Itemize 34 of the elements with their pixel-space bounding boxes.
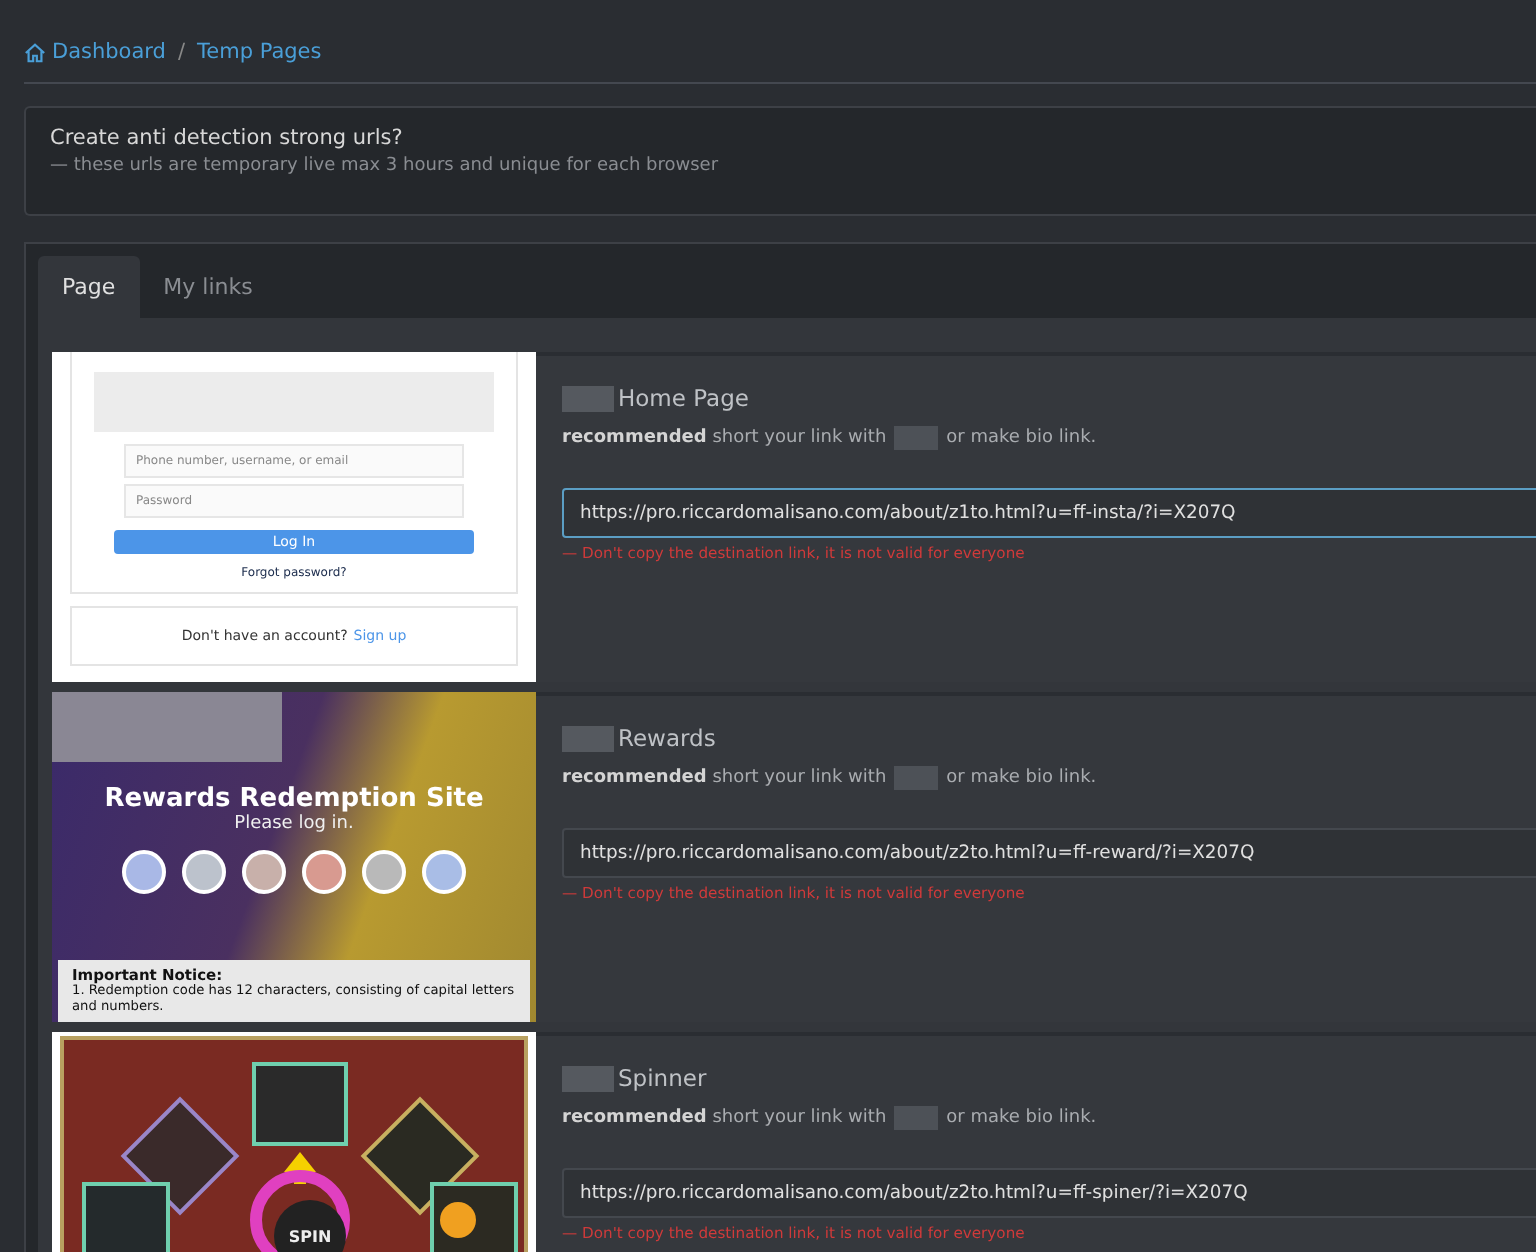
redaction-block	[562, 385, 614, 411]
option-circle	[422, 850, 466, 894]
hint-text: recommended short your link with	[562, 1108, 887, 1128]
redaction-block	[562, 725, 614, 751]
redaction-block	[894, 766, 939, 790]
preview-subheading: Please log in.	[234, 814, 354, 834]
page-title: Rewards	[618, 724, 716, 752]
page-title: Spinner	[618, 1064, 707, 1092]
tab[interactable]: My links	[139, 256, 277, 318]
hint-text: or make bio link.	[946, 1108, 1097, 1128]
hint-text: recommended short your link with	[562, 428, 887, 448]
url-field[interactable]: https://pro.riccardomalisano.com/about/z1to.html?u=ff-insta/?i=X207Q	[562, 488, 1536, 538]
hint-text: recommended short your link with	[562, 768, 887, 788]
redaction-block	[894, 1106, 939, 1130]
notice-subtitle: — these urls are temporary live max 3 hours and unique for each browser	[50, 156, 721, 176]
home-icon	[24, 41, 46, 63]
option-circle	[242, 850, 286, 894]
redaction-block	[562, 1065, 614, 1091]
tab[interactable]: Page	[38, 256, 140, 318]
option-circle	[302, 850, 346, 894]
option-circle	[182, 850, 226, 894]
preview-heading: Rewards Redemption Site	[104, 784, 484, 814]
option-circle	[122, 850, 166, 894]
breadcrumb-link[interactable]: Temp Pages	[197, 40, 322, 64]
hint-text: or make bio link.	[946, 768, 1097, 788]
option-circle	[362, 850, 406, 894]
breadcrumb-link[interactable]: Dashboard	[24, 40, 166, 64]
hint-text: or make bio link.	[946, 428, 1097, 448]
url-field[interactable]: https://pro.riccardomalisano.com/about/z2to.html?u=ff-reward/?i=X207Q	[562, 828, 1536, 878]
redaction-block	[894, 426, 939, 450]
notice-title: Create anti detection strong urls?	[50, 126, 405, 150]
page-title: Home Page	[618, 384, 749, 412]
breadcrumb-separator: /	[177, 40, 186, 64]
url-field[interactable]: https://pro.riccardomalisano.com/about/z2to.html?u=ff-spiner/?i=X207Q	[562, 1168, 1536, 1218]
